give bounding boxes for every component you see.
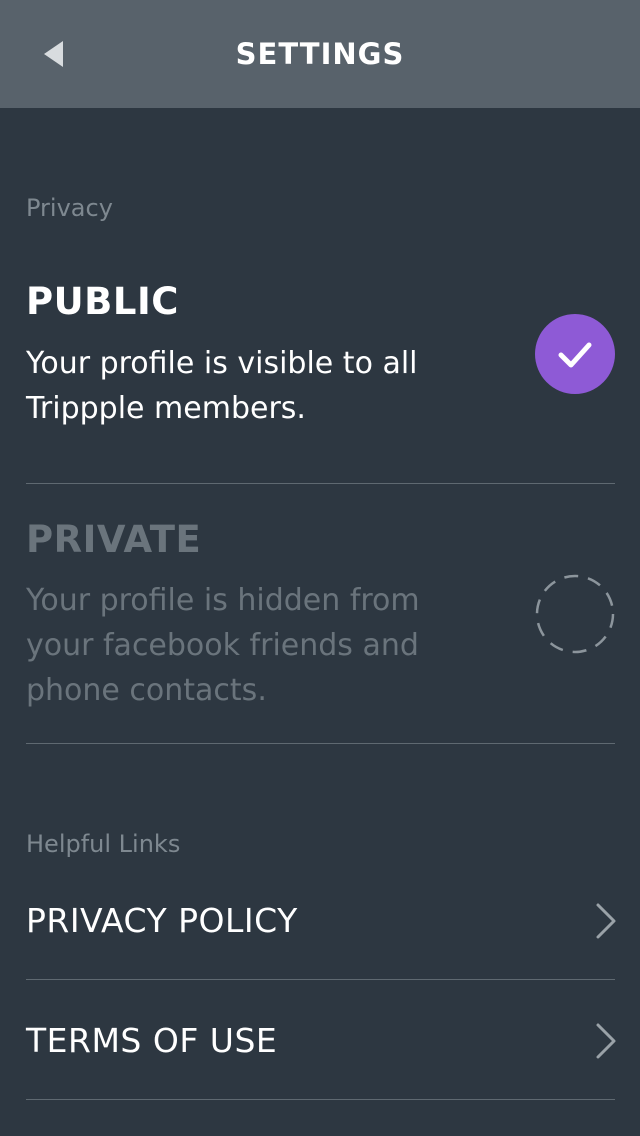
header-bar: SETTINGS: [0, 0, 640, 108]
chevron-right-icon: [596, 903, 616, 939]
private-option-title: PRIVATE: [26, 518, 202, 561]
divider: [26, 1099, 615, 1100]
divider: [26, 743, 615, 744]
back-button[interactable]: [30, 30, 78, 78]
divider: [26, 483, 615, 484]
private-option[interactable]: PRIVATE Your profile is hidden from your…: [0, 508, 640, 744]
privacy-policy-label: PRIVACY POLICY: [26, 901, 298, 940]
terms-of-use-label: TERMS OF USE: [26, 1021, 278, 1060]
public-option[interactable]: PUBLIC Your profile is visible to all Tr…: [0, 270, 640, 484]
terms-of-use-link[interactable]: TERMS OF USE: [0, 981, 640, 1101]
privacy-section-label: Privacy: [26, 194, 113, 222]
privacy-policy-link[interactable]: PRIVACY POLICY: [0, 861, 640, 981]
unselected-radio-icon[interactable]: [535, 574, 615, 654]
public-option-title: PUBLIC: [26, 280, 179, 323]
chevron-right-icon: [596, 1023, 616, 1059]
settings-screen: SETTINGS Privacy PUBLIC Your profile is …: [0, 0, 640, 1136]
page-title: SETTINGS: [235, 37, 405, 71]
helpful-links-section-label: Helpful Links: [26, 830, 181, 858]
divider: [26, 979, 615, 980]
private-option-description: Your profile is hidden from your faceboo…: [26, 583, 420, 708]
selected-check-icon[interactable]: [535, 314, 615, 394]
public-option-description: Your profile is visible to all Trippple …: [26, 346, 418, 426]
back-triangle-icon: [44, 41, 63, 67]
